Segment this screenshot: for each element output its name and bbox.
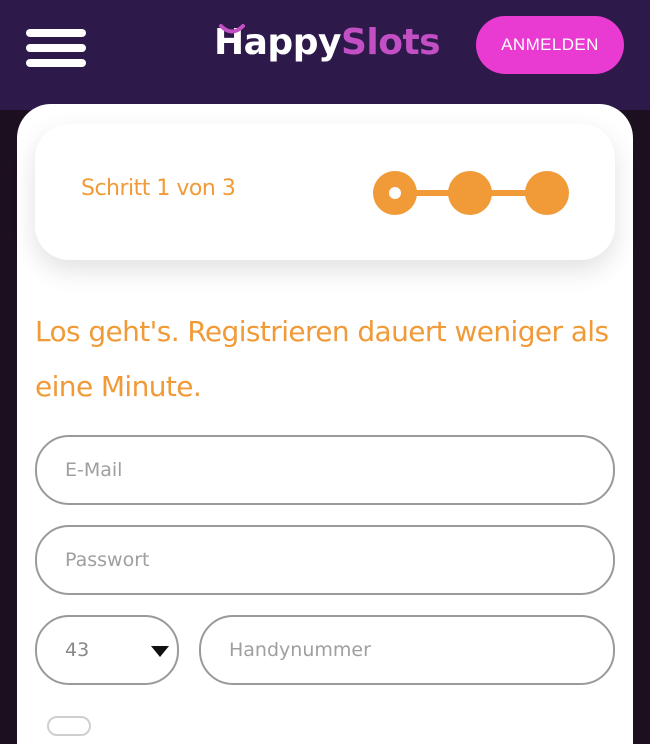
phone-number-field[interactable]: [199, 615, 615, 685]
menu-bar: [26, 29, 86, 37]
registration-card: Schritt 1 von 3 Los geht's. Registrieren…: [17, 104, 633, 744]
country-code-select[interactable]: 43: [35, 615, 179, 685]
step-label: Schritt 1 von 3: [81, 176, 236, 201]
country-code-value: 43: [65, 639, 90, 661]
site-header: Happy Slots ANMELDEN: [0, 0, 650, 110]
step-progress: [373, 171, 571, 215]
email-field[interactable]: [35, 435, 615, 505]
menu-bar: [26, 44, 86, 52]
login-button[interactable]: ANMELDEN: [476, 16, 624, 74]
menu-bar: [26, 59, 86, 67]
caret-down-icon: [151, 646, 169, 657]
hamburger-menu-icon[interactable]: [26, 29, 86, 69]
form-headline: Los geht's. Registrieren dauert weniger …: [35, 315, 609, 403]
logo-smile-icon: [219, 24, 245, 34]
step-dot-1-active: [373, 171, 417, 215]
password-field[interactable]: [35, 525, 615, 595]
step-indicator-box: Schritt 1 von 3: [35, 124, 615, 260]
logo-text-slots: Slots: [340, 22, 441, 63]
happyslots-logo[interactable]: Happy Slots: [214, 18, 441, 68]
step-dot-2: [448, 171, 492, 215]
toggle-switch-partial[interactable]: [47, 716, 91, 736]
step-dot-3: [525, 171, 569, 215]
